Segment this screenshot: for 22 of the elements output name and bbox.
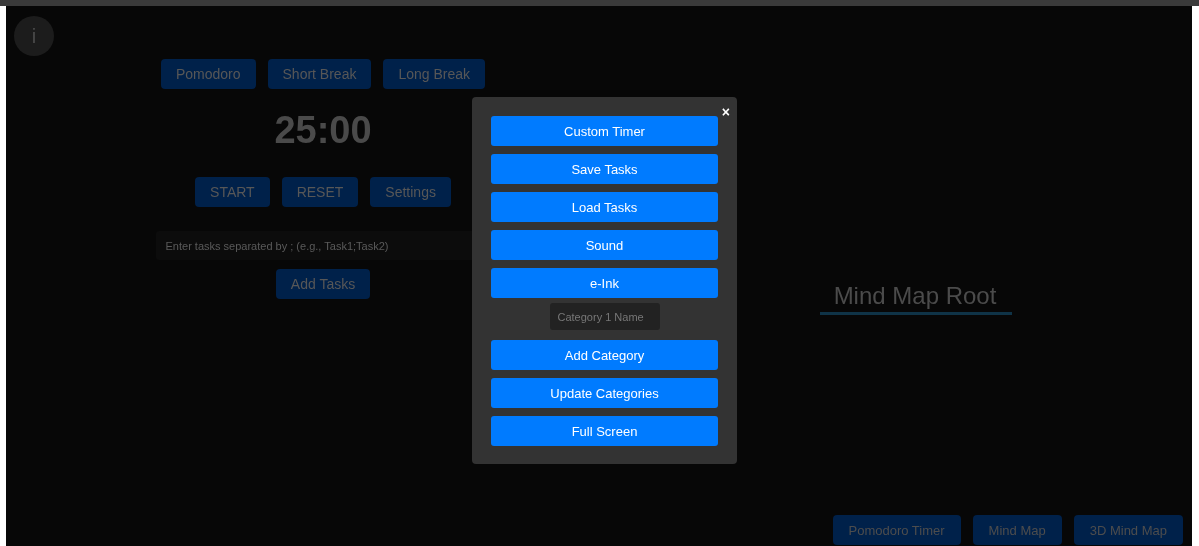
timer-mode-button[interactable]: Pomodoro — [160, 59, 256, 89]
menu-button[interactable]: Update Categories — [491, 378, 718, 408]
timer-control-button[interactable]: START — [195, 177, 270, 207]
timer-display: 25:00 — [274, 109, 372, 152]
menu-button[interactable]: Save Tasks — [491, 154, 718, 184]
add-tasks-button[interactable]: Add Tasks — [275, 269, 371, 299]
close-button[interactable]: × — [721, 105, 730, 119]
menu-button[interactable]: e-Ink — [491, 268, 718, 298]
menu-button[interactable]: Add Category — [491, 340, 718, 370]
view-nav-button[interactable]: Pomodoro Timer — [832, 515, 961, 545]
timer-mode-button[interactable]: Long Break — [383, 59, 486, 89]
timer-control-button[interactable]: RESET — [281, 177, 359, 207]
timer-mode-button[interactable]: Short Break — [267, 59, 372, 89]
mind-map-root-node[interactable]: Mind Map Root — [819, 283, 1013, 315]
view-nav-button[interactable]: 3D Mind Map — [1073, 515, 1183, 545]
view-nav-button[interactable]: Mind Map — [972, 515, 1062, 545]
menu-button[interactable]: Sound — [491, 230, 718, 260]
category-name-field[interactable]: Category 1 Name — [549, 303, 660, 330]
timer-control-button[interactable]: Settings — [370, 177, 451, 207]
menu-button[interactable]: Full Screen — [491, 416, 718, 446]
menu-button[interactable]: Custom Timer — [491, 116, 718, 146]
menu-button[interactable]: Load Tasks — [491, 192, 718, 222]
